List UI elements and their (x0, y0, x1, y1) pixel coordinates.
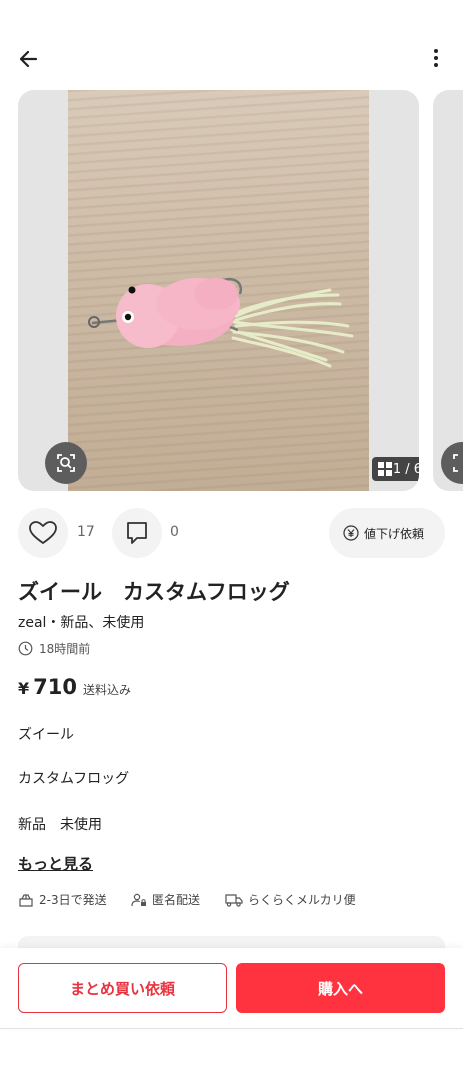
shipping-included: 送料込み (82, 683, 131, 697)
item-title: ズイール カスタムフロッグ (18, 580, 290, 604)
show-more-link[interactable]: もっと見る (18, 853, 93, 874)
next-product-photo[interactable] (433, 90, 463, 491)
image-search-button-next[interactable] (441, 442, 463, 484)
comment-button[interactable] (112, 508, 162, 558)
truck-icon (225, 893, 243, 907)
more-vertical-icon (434, 49, 438, 53)
frog-lure-image (88, 277, 354, 368)
price-value: 710 (33, 675, 77, 699)
person-lock-icon (131, 893, 146, 906)
currency-symbol: ¥ (18, 679, 30, 698)
product-photo[interactable]: 1 / 6 (18, 90, 419, 491)
buy-button[interactable]: 購入へ (236, 963, 445, 1013)
like-count: 17 (77, 524, 95, 540)
image-search-button[interactable] (45, 442, 87, 484)
price: ¥710 送料込み (18, 675, 131, 699)
image-carousel[interactable]: 1 / 6 (0, 90, 463, 491)
shipping-tags: 2-3日で発送 匿名配送 らくらくメルカリ便 (18, 891, 448, 911)
posted-time-text: 18時間前 (39, 642, 91, 656)
shipping-days-tag: 2-3日で発送 (18, 891, 107, 908)
grid-icon (378, 462, 392, 476)
image-counter: 1 / 6 (372, 457, 419, 481)
top-bar (0, 34, 463, 84)
heart-icon (29, 521, 57, 544)
description-line: 新品 未使用 (18, 817, 102, 833)
arrow-left-icon (19, 50, 38, 68)
price-request-label: 値下げ依頼 (364, 526, 425, 541)
box-icon (19, 893, 33, 907)
shipping-days-text: 2-3日で発送 (39, 893, 107, 907)
comment-icon (127, 522, 147, 544)
like-button[interactable] (18, 508, 68, 558)
brand-condition: zeal・新品、未使用 (18, 615, 145, 631)
anonymous-shipping-text: 匿名配送 (152, 893, 201, 907)
image-counter-text: 1 / 6 (392, 461, 419, 477)
more-options-button[interactable] (424, 46, 448, 72)
bundle-request-button[interactable]: まとめ買い依頼 (18, 963, 227, 1013)
action-row: 17 0 値下げ依頼 (0, 508, 463, 560)
yen-circle-icon (343, 525, 359, 541)
comment-count: 0 (170, 524, 179, 540)
image-search-icon (453, 454, 458, 472)
anonymous-shipping-tag: 匿名配送 (131, 891, 200, 908)
clock-icon (18, 641, 33, 656)
image-search-icon (57, 454, 75, 472)
description-line: ズイール (18, 727, 74, 743)
description-line: カスタムフロッグ (18, 771, 130, 787)
bottom-action-bar: まとめ買い依頼 購入へ (0, 948, 463, 1029)
shipping-method-text: らくらくメルカリ便 (248, 893, 356, 907)
shipping-method-tag: らくらくメルカリ便 (225, 891, 356, 908)
price-request-button[interactable]: 値下げ依頼 (329, 508, 445, 558)
back-button[interactable] (14, 44, 44, 74)
posted-time: 18時間前 (18, 640, 90, 657)
product-photo-image (68, 90, 369, 491)
